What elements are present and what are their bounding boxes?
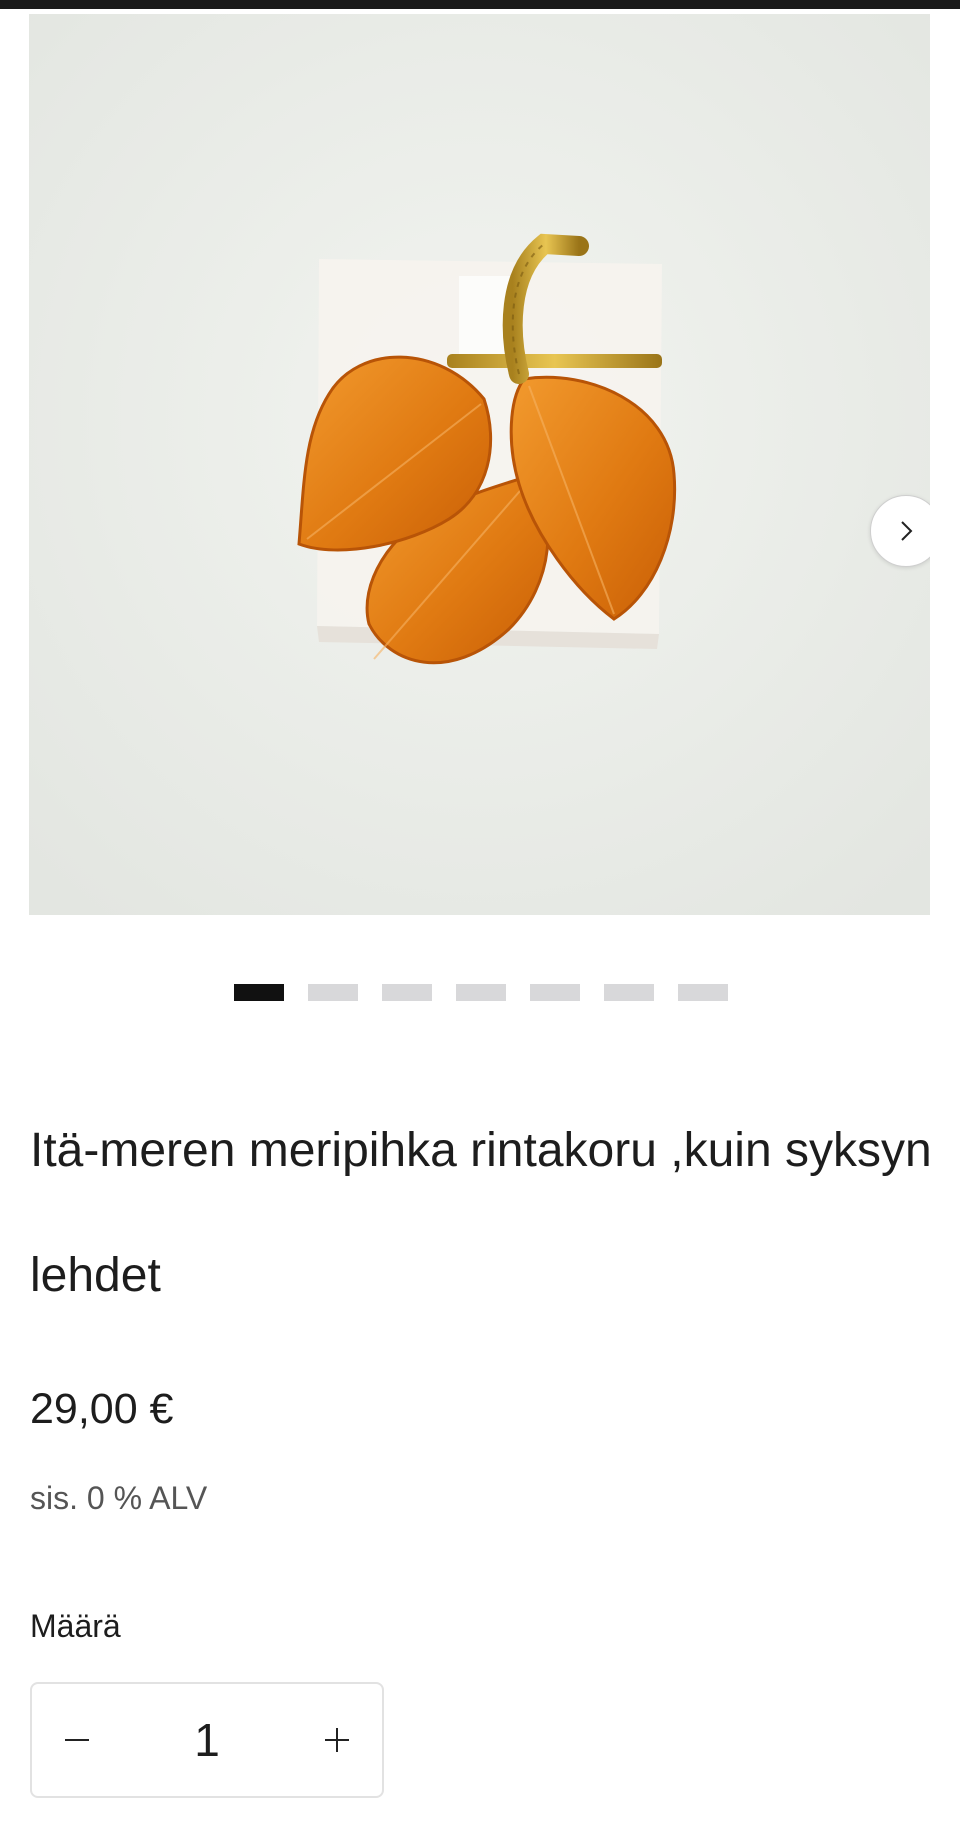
pagination-dot[interactable]: [456, 984, 506, 1001]
quantity-stepper: [30, 1682, 384, 1798]
pagination-dot[interactable]: [308, 984, 358, 1001]
pagination-dot[interactable]: [234, 984, 284, 1001]
chevron-right-icon: [901, 521, 913, 541]
increase-quantity-button[interactable]: [292, 1684, 382, 1796]
pagination-dot[interactable]: [530, 984, 580, 1001]
gallery-pagination: [234, 984, 728, 1001]
product-gallery[interactable]: [29, 14, 930, 915]
pagination-dot[interactable]: [382, 984, 432, 1001]
quantity-label: Määrä: [30, 1608, 121, 1644]
pagination-dot[interactable]: [678, 984, 728, 1001]
quantity-input[interactable]: [122, 1684, 292, 1796]
minus-icon: [65, 1739, 89, 1741]
pagination-dot[interactable]: [604, 984, 654, 1001]
plus-icon: [325, 1728, 349, 1752]
top-bar: [0, 0, 960, 9]
product-price: 29,00 €: [30, 1385, 174, 1433]
vat-note: sis. 0 % ALV: [30, 1480, 208, 1516]
decrease-quantity-button[interactable]: [32, 1684, 122, 1796]
product-image: [29, 14, 930, 915]
product-title: Itä-meren meripihka rintakoru ,kuin syks…: [30, 1124, 932, 1302]
